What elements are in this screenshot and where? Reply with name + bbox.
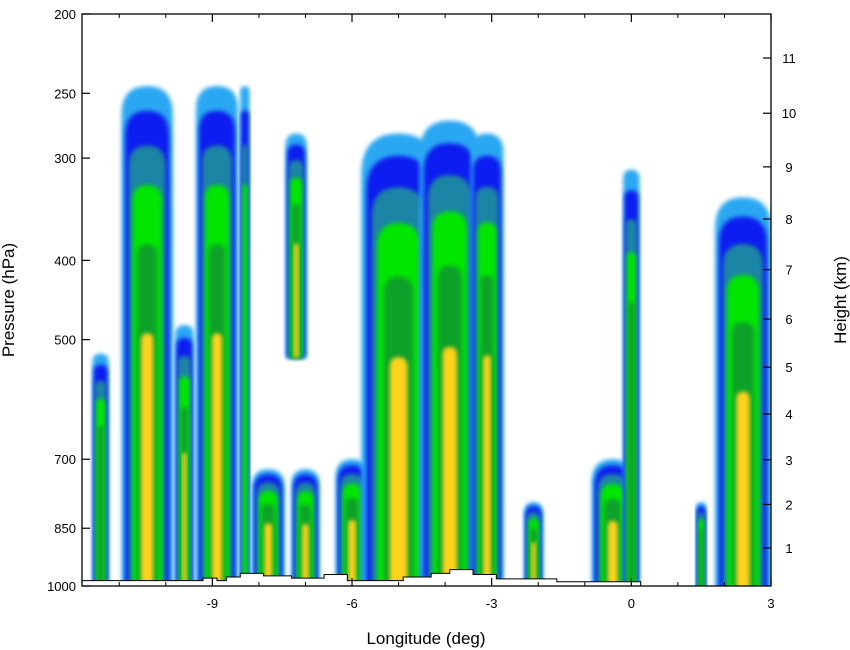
pressure-tick-label: 850 bbox=[54, 521, 76, 536]
contour-fill-4-3 bbox=[242, 184, 248, 582]
pressure-tick-label: 300 bbox=[54, 151, 76, 166]
x-tick-label: -6 bbox=[346, 596, 358, 611]
pressure-tick-label: 1000 bbox=[47, 579, 76, 594]
height-tick-label: 10 bbox=[782, 106, 796, 121]
y-axis-label-right: Height (km) bbox=[831, 256, 850, 344]
pressure-tick-label: 700 bbox=[54, 452, 76, 467]
contour-fill-8-5 bbox=[348, 519, 356, 585]
x-tick-label: 0 bbox=[628, 596, 635, 611]
height-tick-label: 6 bbox=[785, 312, 792, 327]
contour-fill-3-5 bbox=[211, 333, 223, 585]
pressure-tick-label: 400 bbox=[54, 253, 76, 268]
height-tick-label: 7 bbox=[785, 263, 792, 278]
contour-fill-11-5 bbox=[483, 355, 491, 582]
contour-fill-9-5 bbox=[389, 357, 408, 585]
y-axis-label-left: Pressure (hPa) bbox=[0, 243, 18, 357]
height-tick-label: 8 bbox=[785, 212, 792, 227]
contour-fill-14-4 bbox=[628, 301, 635, 586]
pressure-tick-label: 250 bbox=[54, 86, 76, 101]
contour-fill-7-5 bbox=[302, 524, 309, 583]
contour-fill-2-5 bbox=[182, 452, 187, 585]
height-tick-label: 4 bbox=[785, 407, 792, 422]
x-tick-label: -3 bbox=[486, 596, 498, 611]
height-tick-label: 5 bbox=[785, 360, 792, 375]
contour-fill-1-5 bbox=[141, 333, 154, 585]
contour-fill-5-5 bbox=[264, 523, 273, 582]
pressure-tick-label: 200 bbox=[54, 7, 76, 22]
contour-fill-6-5 bbox=[293, 243, 299, 358]
height-tick-label: 2 bbox=[785, 497, 792, 512]
contour-fill-10-5 bbox=[442, 346, 458, 578]
height-tick-label: 1 bbox=[785, 541, 792, 556]
contour-fill-16-5 bbox=[736, 391, 750, 586]
x-axis-label: Longitude (deg) bbox=[366, 629, 485, 648]
contour-fill-0-4 bbox=[97, 425, 104, 583]
contour-chart: -9 -6 -3 0 3 1000 850 700 500 400 300 250 200 1 2 3 4 5… bbox=[0, 7, 850, 648]
x-tick-label: -9 bbox=[207, 596, 219, 611]
contour-fill-13-5 bbox=[607, 520, 618, 586]
height-tick-label: 9 bbox=[785, 160, 792, 175]
height-tick-label: 11 bbox=[782, 51, 796, 66]
contour-fill-15-4 bbox=[699, 529, 704, 586]
x-tick-label: 3 bbox=[767, 596, 774, 611]
height-tick-label: 3 bbox=[785, 453, 792, 468]
pressure-tick-label: 500 bbox=[54, 333, 76, 348]
